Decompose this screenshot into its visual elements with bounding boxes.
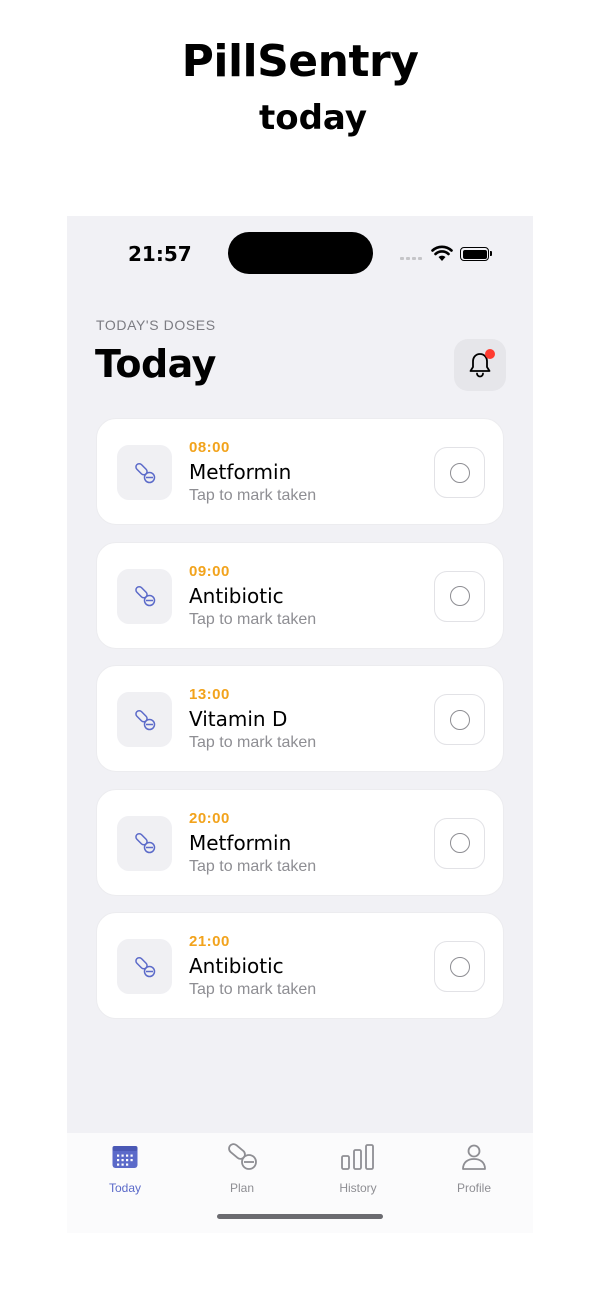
tab-profile[interactable]: Profile (416, 1141, 532, 1195)
tab-label: Profile (456, 1181, 491, 1195)
empty-circle-icon (449, 462, 470, 483)
dose-card[interactable]: 20:00 Metformin Tap to mark taken (96, 788, 504, 896)
status-icons (400, 244, 495, 264)
mark-taken-button[interactable] (434, 817, 485, 869)
home-indicator[interactable] (217, 1214, 383, 1219)
dose-list: 08:00 Metformin Tap to mark taken 09:00 … (96, 418, 504, 1036)
dose-hint: Tap to mark taken (189, 734, 317, 751)
dose-hint: Tap to mark taken (189, 610, 317, 628)
pill-icon (134, 709, 155, 730)
dynamic-island (228, 232, 373, 274)
mark-taken-button[interactable] (434, 694, 485, 745)
empty-circle-icon (449, 709, 470, 730)
dose-time: 08:00 (189, 439, 230, 456)
dose-time: 21:00 (189, 933, 230, 950)
dose-card[interactable]: 08:00 Metformin Tap to mark taken (96, 418, 504, 525)
pill-icon-box (117, 939, 172, 994)
pill-icon (134, 956, 155, 977)
pill-icon (134, 832, 155, 854)
tab-bar: Today Plan History Profile (67, 1133, 533, 1233)
tab-plan[interactable]: Plan (184, 1141, 300, 1195)
pill-icon (134, 585, 155, 607)
tab-today[interactable]: Today (67, 1141, 183, 1195)
cellular-signal-icon (400, 257, 422, 260)
dose-hint: Tap to mark taken (189, 857, 317, 875)
dose-card[interactable]: 09:00 Antibiotic Tap to mark taken (96, 541, 504, 649)
person-icon (462, 1144, 486, 1170)
wifi-icon (431, 245, 453, 261)
dose-name: Metformin (189, 460, 292, 484)
empty-circle-icon (449, 956, 470, 977)
mark-taken-button[interactable] (434, 447, 485, 498)
pill-icon-box (117, 445, 172, 500)
mark-taken-button[interactable] (434, 570, 485, 622)
dose-name: Vitamin D (189, 707, 288, 731)
dose-name: Metformin (189, 830, 292, 855)
tab-history[interactable]: History (300, 1141, 416, 1195)
tab-label: History (339, 1181, 377, 1195)
page-title: Today (95, 342, 216, 386)
pill-icon-box (117, 815, 172, 871)
notification-badge (485, 349, 495, 359)
status-time: 21:57 (128, 242, 192, 266)
promo-subtitle: today (258, 98, 367, 138)
dose-time: 09:00 (189, 562, 230, 580)
dose-card[interactable]: 21:00 Antibiotic Tap to mark taken (96, 912, 504, 1019)
notifications-button[interactable] (454, 339, 506, 391)
dose-hint: Tap to mark taken (189, 487, 317, 504)
mark-taken-button[interactable] (434, 941, 485, 992)
calendar-icon (112, 1146, 138, 1168)
tab-label: Plan (229, 1181, 255, 1195)
dose-name: Antibiotic (189, 954, 284, 978)
dose-hint: Tap to mark taken (189, 981, 317, 998)
dose-time: 20:00 (189, 809, 230, 827)
empty-circle-icon (449, 586, 470, 606)
phone-screen: 21:57 TODAY'S DOSES Today 08:00 Metformi… (67, 216, 533, 1233)
empty-circle-icon (449, 833, 470, 853)
dose-time: 13:00 (189, 686, 230, 703)
pill-icon-box (117, 692, 172, 747)
section-overline: TODAY'S DOSES (96, 317, 216, 333)
pill-icon (134, 462, 155, 483)
promo-title: PillSentry (181, 36, 419, 87)
battery-icon (460, 247, 492, 261)
dose-card[interactable]: 13:00 Vitamin D Tap to mark taken (96, 665, 504, 772)
pill-icon (228, 1143, 257, 1170)
dose-name: Antibiotic (189, 583, 284, 608)
bar-chart-icon (341, 1144, 374, 1170)
tab-label: Today (108, 1181, 142, 1195)
pill-icon-box (117, 568, 172, 624)
